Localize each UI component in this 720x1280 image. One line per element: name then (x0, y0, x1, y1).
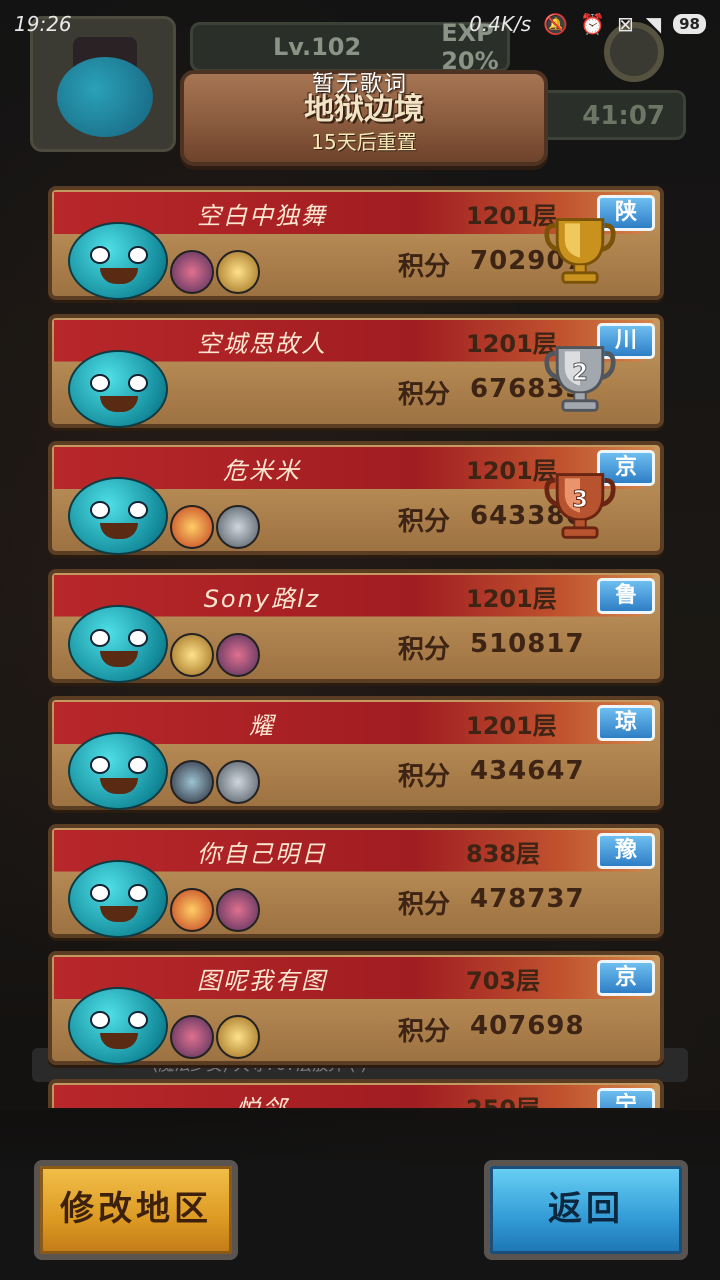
companion-monster-avatar (170, 632, 214, 677)
player-name: Sony路lz (203, 584, 321, 613)
status-bar: 19:26 0.4K/s 🔕 ⏰ ⊠ ◥ 98 (0, 0, 720, 48)
player-name: 你自己明日 (197, 839, 327, 868)
companion-monster-avatar (216, 760, 260, 804)
monster-mouth (100, 395, 138, 412)
companion-monster-avatar (216, 250, 260, 294)
monster-eye (128, 883, 148, 902)
companion-monster-avatar (170, 887, 214, 932)
player-name: 图呢我有图 (197, 967, 327, 995)
monster-mouth (100, 268, 138, 284)
monster-eye (90, 756, 110, 774)
bronze-trophy-icon: 3 (544, 473, 616, 539)
companion-monster-avatar (216, 1015, 260, 1059)
trophy-rank-number: 2 (572, 359, 588, 385)
score-label: 积分 (398, 1017, 451, 1047)
region-badge: 宁 (597, 1087, 655, 1108)
rank-card[interactable]: 危米米 1201层京积分 643386 3 (48, 441, 664, 555)
status-right: 0.4K/s 🔕 ⏰ ⊠ ◥ 98 (469, 12, 706, 36)
rank-card[interactable]: 空白中独舞 1201层陕积分 702907 (48, 186, 664, 300)
trophy-rank-number: 3 (572, 487, 588, 513)
wifi-icon: ◥ (645, 12, 662, 36)
sim-off-icon: ⊠ (616, 12, 634, 36)
battery-indicator: 98 (673, 14, 706, 34)
silver-trophy-icon: 2 (544, 345, 616, 412)
region-badge: 琼 (597, 705, 655, 741)
companion-monster-avatar (170, 760, 214, 804)
monster-eye (128, 1011, 148, 1029)
monster-eye (90, 501, 110, 519)
lyrics-overlay: 暂无歌词 (311, 72, 408, 97)
floor-count: 250层 (466, 1089, 540, 1109)
main-monster-avatar (68, 349, 168, 428)
floor-count: 1201层 (466, 584, 557, 613)
main-monster-avatar (68, 859, 168, 938)
rank-card[interactable]: 图呢我有图 703层 京积分 407698 (48, 951, 664, 1065)
monster-eye (90, 1011, 110, 1029)
companion-monster-avatar (170, 505, 214, 549)
floor-count: 703层 (466, 967, 541, 995)
main-monster-avatar (68, 477, 168, 555)
monster-eye (90, 373, 110, 392)
companion-monster-avatar (216, 632, 260, 677)
monster-eye (90, 883, 110, 902)
monster-mouth (100, 905, 138, 922)
region-badge: 京 (597, 960, 655, 996)
monster-eye (90, 246, 110, 264)
monster-eye (128, 246, 148, 264)
monster-mouth (100, 778, 138, 794)
bell-off-icon: 🔕 (543, 12, 569, 36)
gold-trophy-icon (544, 218, 616, 284)
score-label: 积分 (398, 252, 451, 282)
player-name: 耀 (249, 712, 275, 740)
rank-card[interactable]: Sony路lz 1201层 鲁积分 510817 (48, 568, 664, 683)
companion-monster-avatar (170, 1015, 214, 1059)
score-label: 积分 (398, 379, 451, 410)
score-value: 478737 (470, 883, 585, 914)
region-badge: 鲁 (597, 577, 655, 614)
monster-eye (90, 628, 110, 647)
rank-card[interactable]: 耀 1201层 琼积分 434647 (48, 696, 664, 810)
score-label: 积分 (398, 889, 451, 920)
score-label: 积分 (398, 507, 451, 537)
floor-count: 1201层 (466, 712, 557, 740)
monster-eye (128, 373, 148, 392)
monster-eye (128, 501, 148, 519)
score-label: 积分 (398, 634, 451, 665)
player-name: 悦邻 (162, 1089, 362, 1109)
rank-card[interactable]: 悦邻 250层 宁 (48, 1078, 664, 1109)
clock: 19:26 (14, 12, 72, 36)
rank-card[interactable]: 你自己明日 838层 豫积分 478737 (48, 823, 664, 938)
player-name: 空城思故人 (197, 329, 327, 358)
score-value: 434647 (470, 756, 585, 786)
monster-eye (128, 756, 148, 774)
alarm-icon: ⏰ (580, 12, 605, 36)
companion-monster-avatar (216, 505, 260, 549)
score-value: 407698 (470, 1011, 585, 1041)
companion-monster-avatar (216, 887, 260, 932)
main-monster-avatar (68, 732, 168, 810)
main-monster-avatar (68, 987, 168, 1065)
back-button[interactable]: 返回 (484, 1160, 688, 1260)
monster-mouth (100, 523, 138, 539)
main-monster-avatar (68, 222, 168, 300)
score-value: 510817 (470, 628, 585, 659)
monster-eye (128, 628, 148, 647)
player-name: 空白中独舞 (197, 202, 327, 230)
net-speed: 0.4K/s (469, 12, 532, 36)
companion-monster-avatar (170, 250, 214, 294)
change-region-button[interactable]: 修改地区 (34, 1160, 238, 1260)
ranking-list[interactable]: 空白中独舞 1201层陕积分 702907 空城思故人 1201层川积分 676833 2 危… (48, 180, 664, 1108)
rank-card[interactable]: 空城思故人 1201层川积分 676833 2 (48, 313, 664, 428)
monster-mouth (100, 1033, 138, 1049)
region-badge: 豫 (597, 832, 655, 869)
main-monster-avatar (68, 604, 168, 683)
player-name: 危米米 (223, 457, 301, 485)
monster-mouth (100, 650, 138, 667)
floor-count: 838层 (466, 839, 541, 868)
score-label: 积分 (398, 762, 451, 792)
reset-countdown: 15天后重置 (311, 130, 417, 154)
